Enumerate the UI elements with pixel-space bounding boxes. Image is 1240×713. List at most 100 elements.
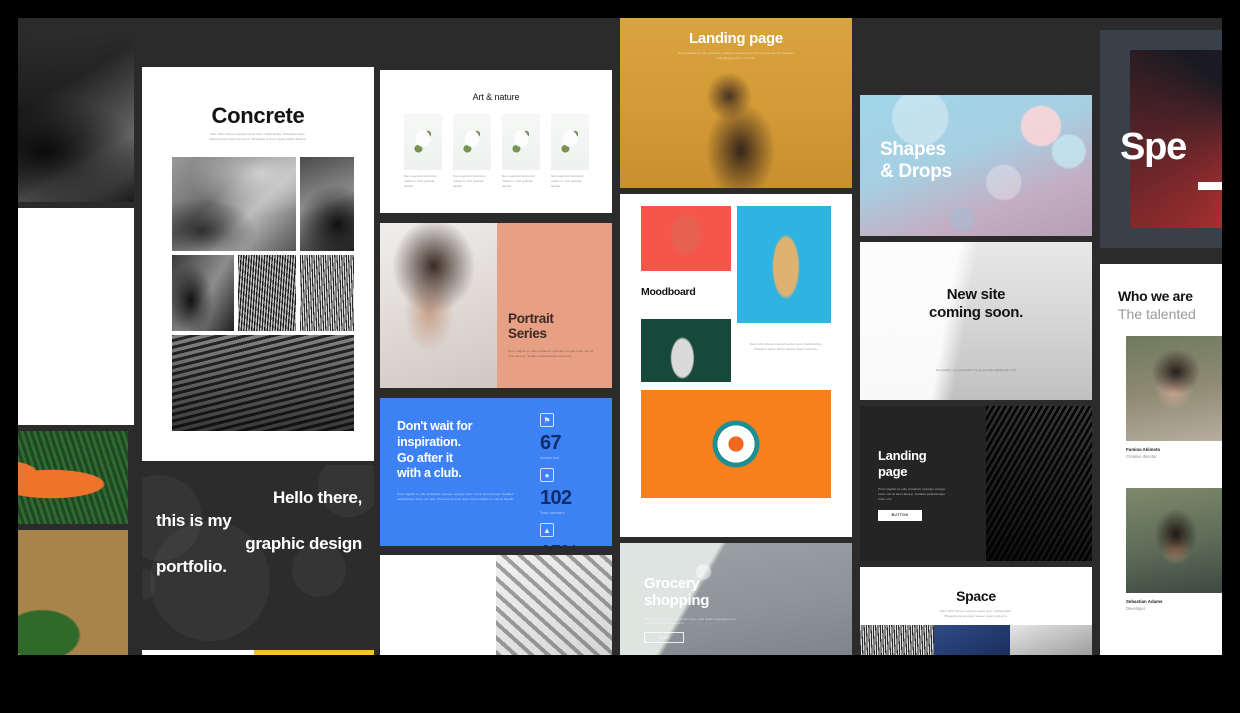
thumb-image bbox=[502, 114, 540, 170]
space-image-row bbox=[860, 625, 1092, 655]
card-body: Nam nibh. Donec suscipit varius nunc nul… bbox=[644, 616, 736, 626]
card-shapes-and-drops[interactable]: Shapes & Drops bbox=[860, 95, 1092, 236]
card-title-line1: Portrait bbox=[508, 311, 554, 326]
card-image-lines-b bbox=[300, 255, 354, 331]
card-image-plate bbox=[641, 390, 831, 498]
card-award-winning[interactable]: award winning ac orci eu tellus bbox=[18, 208, 134, 425]
card-image-cone bbox=[737, 206, 831, 323]
growth-icon: ▲ bbox=[540, 523, 554, 537]
cta-button[interactable]: BUTTON bbox=[878, 509, 922, 521]
card-space[interactable]: Space Nam nibh. Donec suscipit varius nu… bbox=[860, 567, 1092, 655]
stat-value: 67 bbox=[540, 432, 562, 454]
card-title-line1: New site bbox=[946, 286, 1006, 303]
thumb-item[interactable]: Nam eget dui sed tortor mattis in. Orci … bbox=[502, 114, 540, 188]
thumb-item[interactable]: Nam eget dui sed tortor mattis in. Orci … bbox=[551, 114, 589, 188]
stat-value: 102 bbox=[540, 487, 572, 509]
stat-item: ▲ 15% Yearly growth bbox=[540, 523, 579, 546]
card-title: Spe bbox=[1120, 126, 1187, 168]
card-space-dark[interactable]: Spe bbox=[1100, 30, 1222, 248]
card-body: Proin sagittis ex odio at blandit. Quisq… bbox=[508, 348, 594, 358]
card-portrait-series[interactable]: Portrait Series Proin sagittis ex odio a… bbox=[380, 223, 612, 388]
stat-item: ⚑ 67 Awards won bbox=[540, 413, 578, 460]
card-title: Space bbox=[956, 588, 996, 604]
card-image-concrete-a bbox=[172, 157, 296, 251]
card-landing-page-dark[interactable]: Landing page Proin sagittis ex odio at b… bbox=[860, 406, 1092, 561]
card-title-line2: & Drops bbox=[880, 161, 952, 183]
avatar bbox=[1126, 488, 1222, 593]
card-concrete-poster[interactable]: Concrete Nam nibh. Donec suscipit varius… bbox=[142, 67, 374, 461]
card-concrete-man[interactable]: rete nan Donec at lorem ultricies, lorem… bbox=[18, 32, 134, 202]
thumb-image bbox=[453, 114, 491, 170]
heading-line-2: inspiration. bbox=[397, 434, 461, 449]
thumb-caption: Nam eget dui sed tortor mattis in. Orci … bbox=[551, 174, 584, 188]
award-icon: ⚑ bbox=[540, 413, 554, 427]
card-image-typography bbox=[496, 555, 612, 655]
card-hello-there[interactable]: Hello there, this is my graphic design p… bbox=[142, 465, 374, 650]
member-name: Fumina Akimoto bbox=[1126, 447, 1161, 452]
card-who-we-are[interactable]: Who we are The talented Fumina Akimoto C… bbox=[1100, 264, 1222, 655]
card-title: Who we are bbox=[1118, 288, 1193, 304]
card-title-line1: Grocery bbox=[644, 575, 700, 592]
thumb-caption: Nam eget dui sed tortor mattis in. Orci … bbox=[404, 174, 437, 188]
thumb-image bbox=[404, 114, 442, 170]
card-body: Proin sagittis ex odio at blandit. Quisq… bbox=[397, 492, 515, 501]
yellow-block bbox=[254, 650, 374, 655]
space-dark-button[interactable] bbox=[1198, 182, 1222, 190]
card-moodboard[interactable]: Moodboard Nam nibh. Donec suscipit variu… bbox=[620, 194, 852, 537]
card-club-stats[interactable]: Don't wait for inspiration. Go after it … bbox=[380, 398, 612, 546]
hello-line1: Hello there, bbox=[273, 488, 362, 507]
hello-line2: this is my bbox=[156, 510, 232, 530]
thumb-image bbox=[551, 114, 589, 170]
shop-button[interactable]: SHOP bbox=[644, 632, 684, 644]
member-name: Sebastian Adams bbox=[1126, 599, 1163, 604]
avatar bbox=[1126, 336, 1222, 441]
member-role: Developer bbox=[1126, 606, 1146, 611]
card-image-stairs bbox=[172, 335, 354, 431]
team-member[interactable]: Sebastian Adams Developer bbox=[1126, 488, 1222, 611]
thumb-caption: Nam eget dui sed tortor mattis in. Orci … bbox=[453, 174, 486, 188]
card-new-site[interactable]: New site coming soon. Meanwhile, you can… bbox=[860, 242, 1092, 400]
card-body: Nam nibh. Donec suscipit varius nunc. Nu… bbox=[940, 609, 1012, 618]
card-title: Landing page bbox=[689, 30, 783, 47]
card-body: Proin sagittis ex odio at blandit, quisq… bbox=[678, 51, 794, 60]
card-yellow-strip[interactable] bbox=[142, 650, 374, 655]
member-role: Creative director bbox=[1126, 454, 1157, 459]
card-title-line2: page bbox=[878, 463, 908, 479]
card-grocery-shopping[interactable]: Grocery shopping Nam nibh. Donec suscipi… bbox=[620, 543, 852, 655]
space-image-b bbox=[934, 625, 1010, 655]
stat-caption: Team members bbox=[540, 511, 565, 515]
heading-line-1: Don't wait for bbox=[397, 419, 473, 433]
card-image-cup bbox=[641, 206, 731, 271]
card-pear[interactable] bbox=[18, 530, 128, 655]
card-title: Art & nature bbox=[472, 92, 520, 102]
card-body: Nam nibh. Donec suscipit varius nunc. Nu… bbox=[750, 342, 822, 351]
card-title-line1: Shapes bbox=[880, 139, 946, 160]
people-icon: ● bbox=[540, 468, 554, 482]
space-image-a bbox=[860, 625, 934, 655]
masonry-grid: rete nan Donec at lorem ultricies, lorem… bbox=[18, 18, 1222, 655]
card-landing-page-gold[interactable]: Landing page Proin sagittis ex odio at b… bbox=[620, 18, 852, 188]
card-art-and-nature[interactable]: Art & nature Nam eget dui sed tortor mat… bbox=[380, 70, 612, 213]
thumb-caption: Nam eget dui sed tortor mattis in. Orci … bbox=[502, 174, 535, 188]
card-title-line2: Series bbox=[508, 326, 547, 342]
screenshot-root: rete nan Donec at lorem ultricies, lorem… bbox=[0, 0, 1240, 713]
thumb-item[interactable]: Nam eget dui sed tortor mattis in. Orci … bbox=[453, 114, 491, 188]
card-body: Proin sagittis ex odio at blandit. Quisq… bbox=[878, 487, 946, 501]
card-title-line2: shopping bbox=[644, 592, 710, 610]
card-image-chair bbox=[172, 255, 234, 331]
stat-value: 15% bbox=[540, 543, 579, 546]
stat-item: ● 102 Team members bbox=[540, 468, 578, 515]
card-body: Meanwhile, you can reach me at yourname@… bbox=[935, 368, 1017, 372]
card-papaya[interactable] bbox=[18, 431, 128, 524]
heading-line-4: with a club. bbox=[397, 466, 462, 481]
hello-line4: portfolio. bbox=[156, 556, 227, 576]
card-title-line1: Landing bbox=[878, 448, 927, 463]
team-member[interactable]: Fumina Akimoto Creative director bbox=[1126, 336, 1222, 459]
card-subtitle: The talented bbox=[1118, 306, 1196, 322]
thumb-item[interactable]: Nam eget dui sed tortor mattis in. Orci … bbox=[404, 114, 442, 188]
card-body: Nam nibh. Donec suscipit varius nunc. Nu… bbox=[209, 132, 307, 141]
card-image-concrete-b bbox=[300, 157, 354, 251]
card-typography[interactable] bbox=[380, 555, 612, 655]
card-image-lines-a bbox=[238, 255, 296, 331]
card-title-line2: coming soon. bbox=[929, 304, 1023, 321]
